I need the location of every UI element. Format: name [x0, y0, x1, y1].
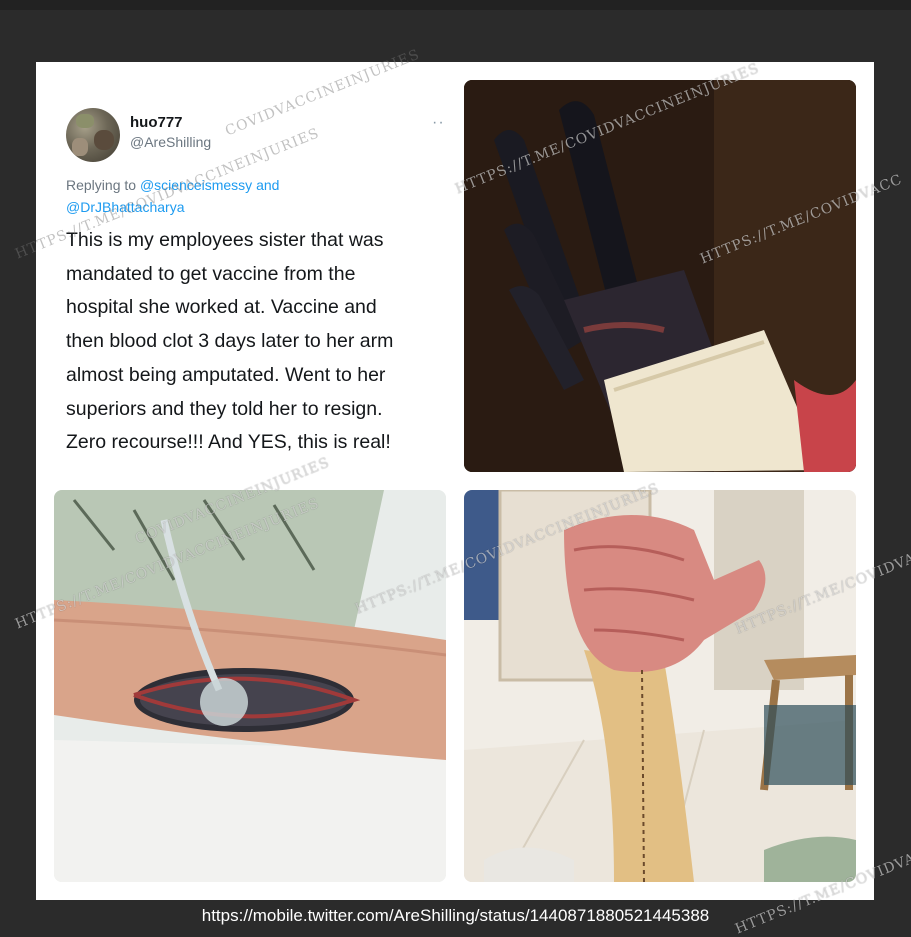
watermark-text: COVIDVACCINEINJURIES — [223, 46, 423, 140]
arm-illustration — [54, 490, 446, 882]
avatar[interactable] — [66, 108, 120, 162]
source-url-caption: https://mobile.twitter.com/AreShilling/s… — [201, 906, 710, 925]
hand-illustration — [464, 80, 856, 472]
frame-top-edge — [0, 0, 911, 10]
photo-arm-wound[interactable] — [54, 490, 446, 882]
tweet-text: This is my employees sister that was man… — [66, 224, 458, 460]
reply-and: and — [256, 177, 280, 193]
tweet-text-line: then blood clot 3 days later to her arm — [66, 330, 394, 353]
display-name[interactable]: huo777 — [130, 114, 183, 131]
photo-hand[interactable] — [464, 80, 856, 472]
tweet-text-line: This is my employees sister that was — [66, 229, 384, 251]
tweet-text-line: almost being amputated. Went to her — [66, 363, 386, 386]
tweet-text-line: hospital she worked at. Vaccine and — [66, 296, 377, 319]
tweet-text-line: Zero recourse!!! And YES, this is real! — [66, 431, 391, 454]
tweet-text-line: mandated to get vaccine from the — [66, 262, 356, 285]
tweet-text-line: superiors and they told her to resign. — [66, 397, 383, 420]
ellipsis-icon[interactable]: ·· — [432, 114, 445, 132]
image-card: huo777 @AreShilling ·· Replying to @scie… — [13, 47, 911, 937]
reply-prefix: Replying to — [66, 177, 137, 193]
user-handle[interactable]: @AreShilling — [130, 134, 211, 150]
